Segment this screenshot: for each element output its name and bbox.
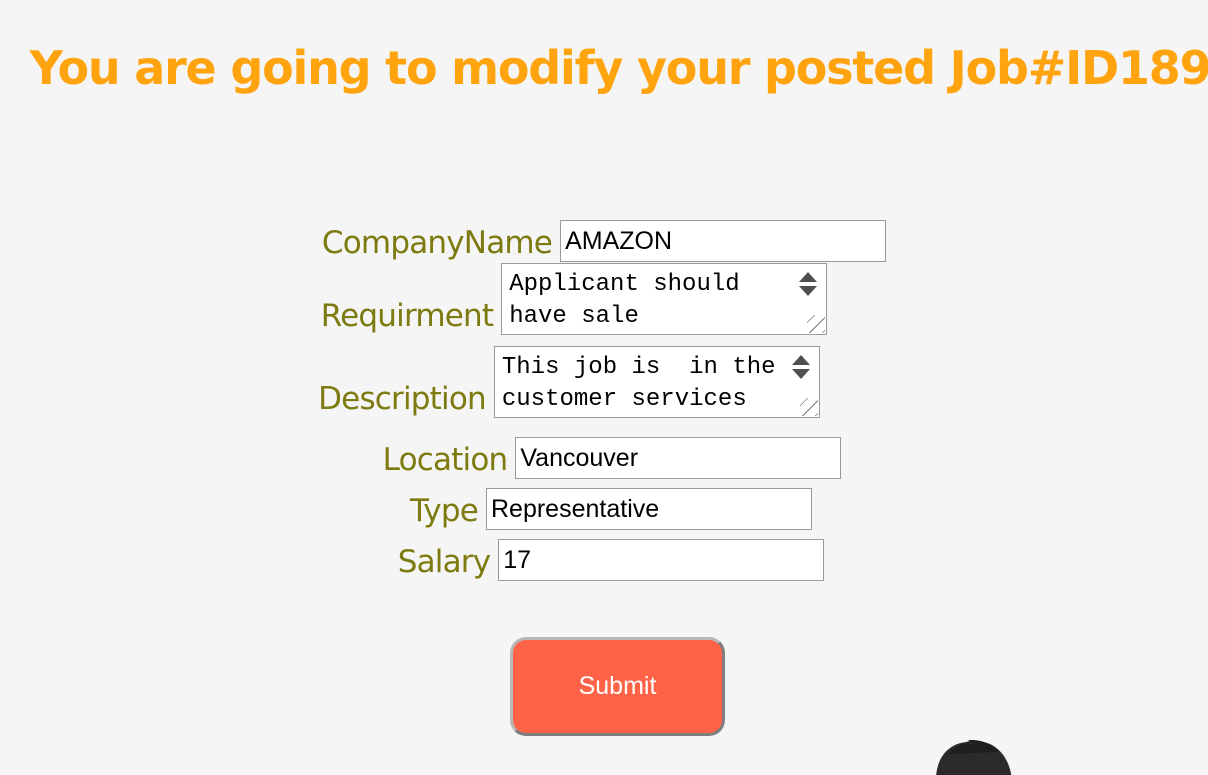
salary-label: Salary [397,544,491,580]
company-name-input[interactable] [560,220,887,262]
resize-grip-icon[interactable] [807,315,826,333]
requirement-textarea[interactable]: Applicant should have sale [502,264,793,334]
page-title: You are going to modify your posted Job#… [29,41,1208,95]
triangle-up-icon[interactable] [791,355,810,365]
triangle-down-icon[interactable] [799,286,818,296]
description-row: Description This job is in the customer … [0,346,1173,418]
requirement-label: Requirment [320,298,494,334]
company-name-row: CompanyName [0,220,1208,262]
requirement-textarea-box: Applicant should have sale [501,263,828,335]
location-row: Location [8,437,1208,479]
type-label: Type [409,493,479,529]
location-label: Location [382,442,509,478]
type-input[interactable] [486,488,812,530]
person-head-icon [936,740,1012,775]
triangle-up-icon[interactable] [799,272,818,282]
submit-button[interactable]: Submit [510,637,725,736]
triangle-down-icon[interactable] [791,369,810,379]
description-label: Description [318,381,487,417]
location-input[interactable] [515,437,842,479]
description-textarea-box: This job is in the customer services [493,346,820,418]
description-textarea[interactable]: This job is in the customer services [494,347,785,417]
salary-input[interactable] [498,539,825,581]
resize-grip-icon[interactable] [799,398,818,416]
company-name-label: CompanyName [321,225,553,261]
salary-row: Salary [7,539,1208,581]
requirement-row: Requirment Applicant should have sale [0,263,1178,335]
type-row: Type [7,488,1208,530]
